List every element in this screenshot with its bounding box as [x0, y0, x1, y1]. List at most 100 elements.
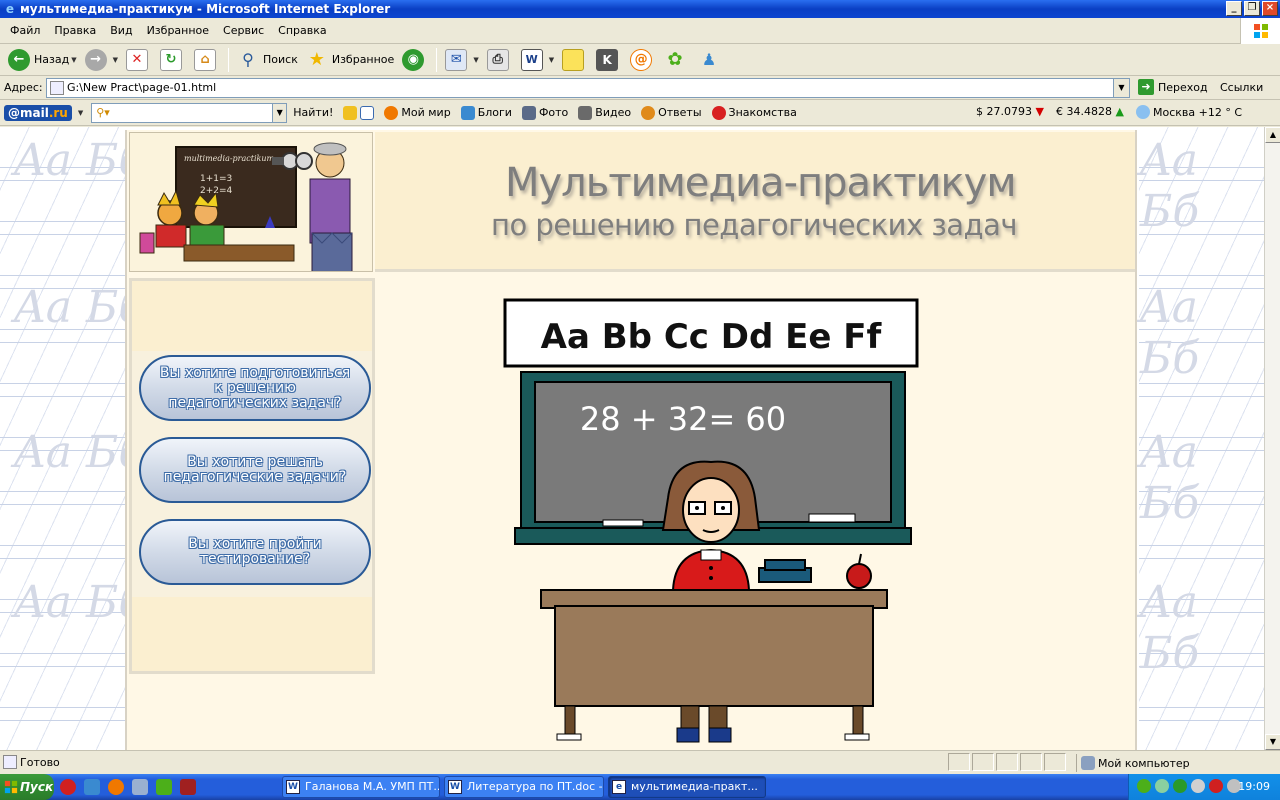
search-button[interactable]: ⚲ Поиск [233, 46, 302, 74]
chevron-down-icon[interactable]: ▼ [71, 56, 76, 64]
opera-icon[interactable] [60, 779, 76, 795]
zoom-icon[interactable] [360, 105, 375, 120]
media-icon: ◉ [402, 48, 425, 71]
people-icon: ♟ [701, 50, 717, 69]
mail-button[interactable]: ✉ ▼ [441, 46, 482, 74]
mailru-search-input[interactable]: ⚲▾ ▼ [91, 102, 288, 123]
menu-file[interactable]: Файл [3, 18, 47, 44]
security-icon[interactable] [1155, 779, 1169, 793]
menu-favorites[interactable]: Избранное [140, 18, 216, 44]
watermark: Aa Бб [1140, 577, 1200, 679]
edit-word-button[interactable]: W ▼ [517, 46, 558, 74]
window-title: мультимедиа-практикум - Microsoft Intern… [20, 2, 391, 16]
messenger-button[interactable]: ♟ [694, 46, 728, 74]
network-icon[interactable] [1137, 779, 1151, 793]
highlight-icon[interactable] [343, 105, 358, 120]
scroll-up-icon[interactable]: ▲ [1265, 127, 1280, 143]
chevron-down-icon[interactable]: ▼ [549, 56, 554, 64]
stop-button[interactable]: ✕ [122, 46, 156, 74]
media-button[interactable]: ◉ [398, 46, 432, 74]
teacher-kids-illustration: multimedia-practikum 1+1=3 2+2=4 [139, 142, 353, 271]
restore-button[interactable]: ❐ [1244, 1, 1260, 16]
note-icon [562, 48, 585, 71]
menu-help[interactable]: Справка [271, 18, 333, 44]
window-titlebar[interactable]: e мультимедиа-практикум - Microsoft Inte… [0, 0, 1280, 18]
kaspersky-icon[interactable] [1209, 779, 1223, 793]
people-icon[interactable] [156, 779, 172, 795]
video-link[interactable]: Видео [578, 105, 631, 120]
mailru-agent-button[interactable]: @ [626, 46, 660, 74]
address-input[interactable]: G:\New Pract\page-01.html ▼ [46, 78, 1130, 98]
close-button[interactable]: × [1262, 1, 1278, 16]
chevron-down-icon[interactable]: ▼ [473, 56, 478, 64]
home-button[interactable]: ⌂ [190, 46, 224, 74]
scroll-down-icon[interactable]: ▼ [1265, 734, 1280, 750]
vertical-scrollbar[interactable]: ▲ ▼ [1264, 127, 1280, 750]
kaspersky-icon: K [596, 48, 619, 71]
links-button[interactable]: Ссылки [1220, 81, 1263, 94]
menu-view[interactable]: Вид [103, 18, 139, 44]
solve-tasks-button[interactable]: Вы хотите решать педагогические задачи? [139, 437, 371, 503]
print-button[interactable]: ⎙ [483, 46, 517, 74]
home-icon: ⌂ [194, 48, 216, 71]
at-icon: @ [630, 48, 653, 71]
taskbar-item-ie[interactable]: e мультимедиа-практ... [608, 776, 766, 798]
heart-icon [711, 105, 726, 120]
word-icon: W [286, 780, 300, 794]
favorites-button[interactable]: ★ Избранное [302, 46, 398, 74]
chevron-down-icon[interactable]: ▼ [272, 103, 287, 122]
icq-icon[interactable] [1173, 779, 1187, 793]
prepare-button[interactable]: Вы хотите подготовиться к решению педаго… [139, 355, 371, 421]
minimize-button[interactable]: _ [1226, 1, 1242, 16]
computer-icon [1081, 756, 1095, 770]
taskbar-item-word-2[interactable]: W Литература по ПТ.doc -... [444, 776, 604, 798]
forward-arrow-icon: → [84, 48, 107, 71]
forward-button[interactable]: → ▼ [81, 46, 122, 74]
blogs-link[interactable]: Блоги [460, 105, 512, 120]
refresh-button[interactable]: ↻ [156, 46, 190, 74]
chevron-down-icon[interactable]: ▼ [1113, 79, 1129, 97]
header-banner: Мультимедиа-практикум по решению педагог… [375, 132, 1135, 272]
status-bar: Готово Мой компьютер [0, 750, 1280, 774]
arrow-icon[interactable] [132, 779, 148, 795]
testing-button[interactable]: Вы хотите пройти тестирование? [139, 519, 371, 585]
at-icon[interactable] [108, 779, 124, 795]
mailru-logo[interactable]: @mail.ru [4, 104, 72, 121]
ie-icon[interactable] [84, 779, 100, 795]
toolbar-separator [436, 47, 438, 72]
standard-toolbar: ← Назад ▼ → ▼ ✕ ↻ ⌂ ⚲ Поиск ★ Избранное ◉ … [0, 44, 1280, 76]
photo-link[interactable]: Фото [521, 105, 568, 120]
board-equation: 28 + 32= 60 [580, 400, 786, 438]
icq-button[interactable]: ✿ [660, 46, 694, 74]
dating-link[interactable]: Знакомства [711, 105, 797, 120]
toolbar-separator [228, 47, 229, 72]
app-icon[interactable] [180, 779, 196, 795]
start-button[interactable]: Пуск [0, 774, 54, 800]
kaspersky-button[interactable]: K [592, 46, 626, 74]
chevron-down-icon[interactable]: ▼ [78, 109, 83, 117]
taskbar: Пуск W Галанова М.А. УМП ПТ.... W Литера… [0, 774, 1280, 800]
stop-icon: ✕ [126, 48, 148, 71]
site-container: multimedia-practikum 1+1=3 2+2=4 Мультим… [125, 130, 1137, 750]
find-button[interactable]: Найти! [293, 106, 333, 119]
address-bar: Адрес: G:\New Pract\page-01.html ▼ ➜ Пер… [0, 76, 1280, 100]
answers-link[interactable]: Ответы [641, 105, 702, 120]
discuss-button[interactable] [558, 46, 592, 74]
back-button[interactable]: ← Назад ▼ [4, 46, 81, 74]
cloud-icon [1136, 105, 1150, 119]
back-arrow-icon: ← [8, 48, 30, 71]
browser-viewport: Aa Бб Aa Бб Aa Бб Aa Бб Aa Бб Aa Бб Aa Б… [0, 127, 1264, 750]
usd-rate[interactable]: $ 27.0793 ▼ [976, 105, 1044, 118]
chevron-down-icon[interactable]: ▼ [113, 56, 118, 64]
windows-logo [1240, 18, 1280, 44]
my-world-link[interactable]: Мой мир [384, 105, 451, 120]
taskbar-item-word-1[interactable]: W Галанова М.А. УМП ПТ.... [282, 776, 440, 798]
go-button[interactable]: ➜ Переход [1138, 79, 1208, 95]
volume-icon[interactable] [1191, 779, 1205, 793]
menu-tools[interactable]: Сервис [216, 18, 271, 44]
eur-rate[interactable]: € 34.4828 ▲ [1056, 105, 1124, 118]
weather-widget[interactable]: Москва +12 ° C [1136, 105, 1242, 119]
windows-flag-icon [1254, 24, 1268, 38]
video-icon [578, 105, 593, 120]
menu-edit[interactable]: Правка [47, 18, 103, 44]
